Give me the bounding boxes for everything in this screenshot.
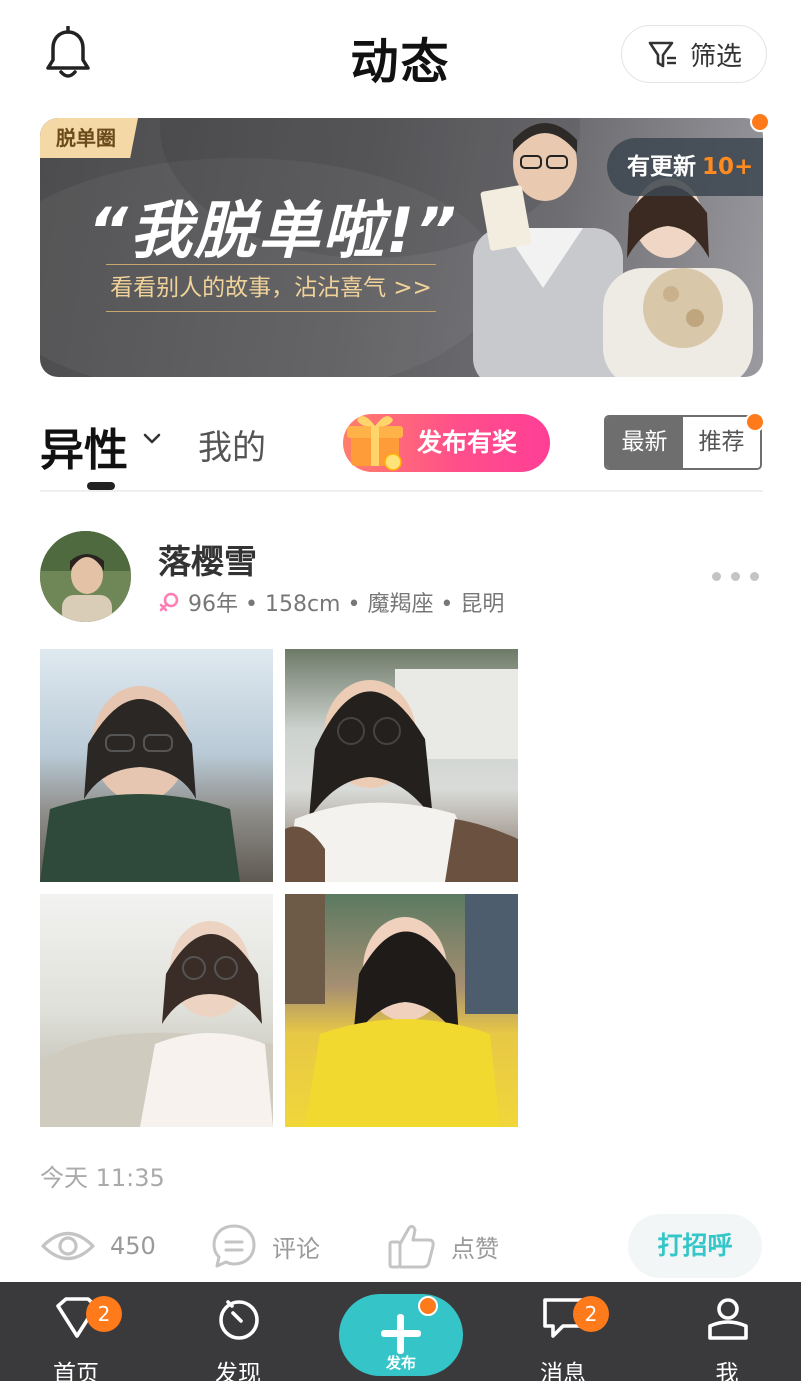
username[interactable]: 落樱雪 <box>158 535 257 583</box>
update-pill[interactable]: 有更新 10+ <box>607 138 763 196</box>
nav-me[interactable]: 我 <box>667 1282 787 1381</box>
comment-label: 评论 <box>272 1234 320 1263</box>
recommend-dot <box>745 412 765 432</box>
post-photo[interactable] <box>285 649 518 882</box>
compass-icon <box>219 1300 259 1340</box>
user-meta: 96年 • 158cm • 魔羯座 • 昆明 <box>158 586 504 618</box>
avatar-image <box>40 531 131 622</box>
nav-home-label: 首页 <box>53 1361 99 1381</box>
messages-badge: 2 <box>573 1296 609 1332</box>
update-dot <box>750 112 770 132</box>
divider <box>40 490 763 492</box>
chevron-down-icon[interactable] <box>142 432 162 446</box>
thumbs-up-icon <box>388 1224 435 1269</box>
header: 动态 筛选 <box>0 0 801 110</box>
banner-tag: 脱单圈 <box>40 118 138 158</box>
plus-icon-vertical <box>397 1314 404 1354</box>
nav-messages[interactable]: 消息 2 <box>503 1282 623 1381</box>
views-count: 450 <box>110 1232 156 1260</box>
sort-latest-button[interactable]: 最新 <box>606 417 683 468</box>
post-time: 今天 11:35 <box>40 1164 165 1192</box>
greet-button[interactable]: 打招呼 <box>628 1214 762 1278</box>
update-label: 有更新 <box>627 154 696 180</box>
publish-button[interactable]: 发布 <box>339 1294 463 1376</box>
tab-opposite-sex[interactable]: 异性 <box>40 414 128 478</box>
nav-discover-label: 发现 <box>215 1361 261 1381</box>
sort-toggle[interactable]: 最新 推荐 <box>604 415 762 470</box>
filter-button[interactable]: 筛选 <box>621 25 767 83</box>
post-photo[interactable] <box>40 649 273 882</box>
comment-button[interactable]: 评论 <box>210 1220 320 1272</box>
post-photo[interactable] <box>285 894 518 1127</box>
post-photo[interactable] <box>40 894 273 1127</box>
banner-subtitle: 看看别人的故事，沾沾喜气 >> <box>106 264 436 312</box>
filter-label: 筛选 <box>689 41 742 72</box>
publish-label: 发布 <box>385 1354 416 1372</box>
female-icon <box>159 592 179 612</box>
photo-image <box>40 686 240 882</box>
views-stat: 450 <box>40 1220 156 1272</box>
photo-image <box>285 894 518 1127</box>
like-button[interactable]: 点赞 <box>387 1220 499 1272</box>
avatar[interactable] <box>40 531 131 622</box>
publish-dot <box>418 1296 438 1316</box>
nav-me-label: 我 <box>715 1361 739 1381</box>
filter-icon <box>648 41 676 68</box>
nav-home[interactable]: 首页 2 <box>16 1282 136 1381</box>
home-badge: 2 <box>86 1296 122 1332</box>
user-meta-text: 96年 • 158cm • 魔羯座 • 昆明 <box>188 592 505 617</box>
nav-messages-label: 消息 <box>540 1361 586 1381</box>
publish-reward-label: 发布有奖 <box>417 428 518 457</box>
active-tab-indicator <box>87 482 115 490</box>
gift-icon <box>347 416 403 471</box>
update-count: 10+ <box>702 154 754 180</box>
tab-mine[interactable]: 我的 <box>198 420 266 469</box>
comment-icon <box>212 1224 256 1268</box>
like-label: 点赞 <box>451 1234 499 1263</box>
banner-headline: “我脱单啦!” <box>88 194 459 267</box>
nav-discover[interactable]: 发现 <box>178 1282 298 1381</box>
tabs-row: 异性 我的 发布有奖 最新 推荐 <box>0 400 801 492</box>
person-icon <box>708 1298 748 1340</box>
more-options-icon[interactable] <box>712 572 759 581</box>
eye-icon <box>41 1231 95 1261</box>
publish-reward-button[interactable]: 发布有奖 <box>343 414 550 472</box>
photo-image <box>40 921 273 1127</box>
photo-image <box>285 669 518 882</box>
